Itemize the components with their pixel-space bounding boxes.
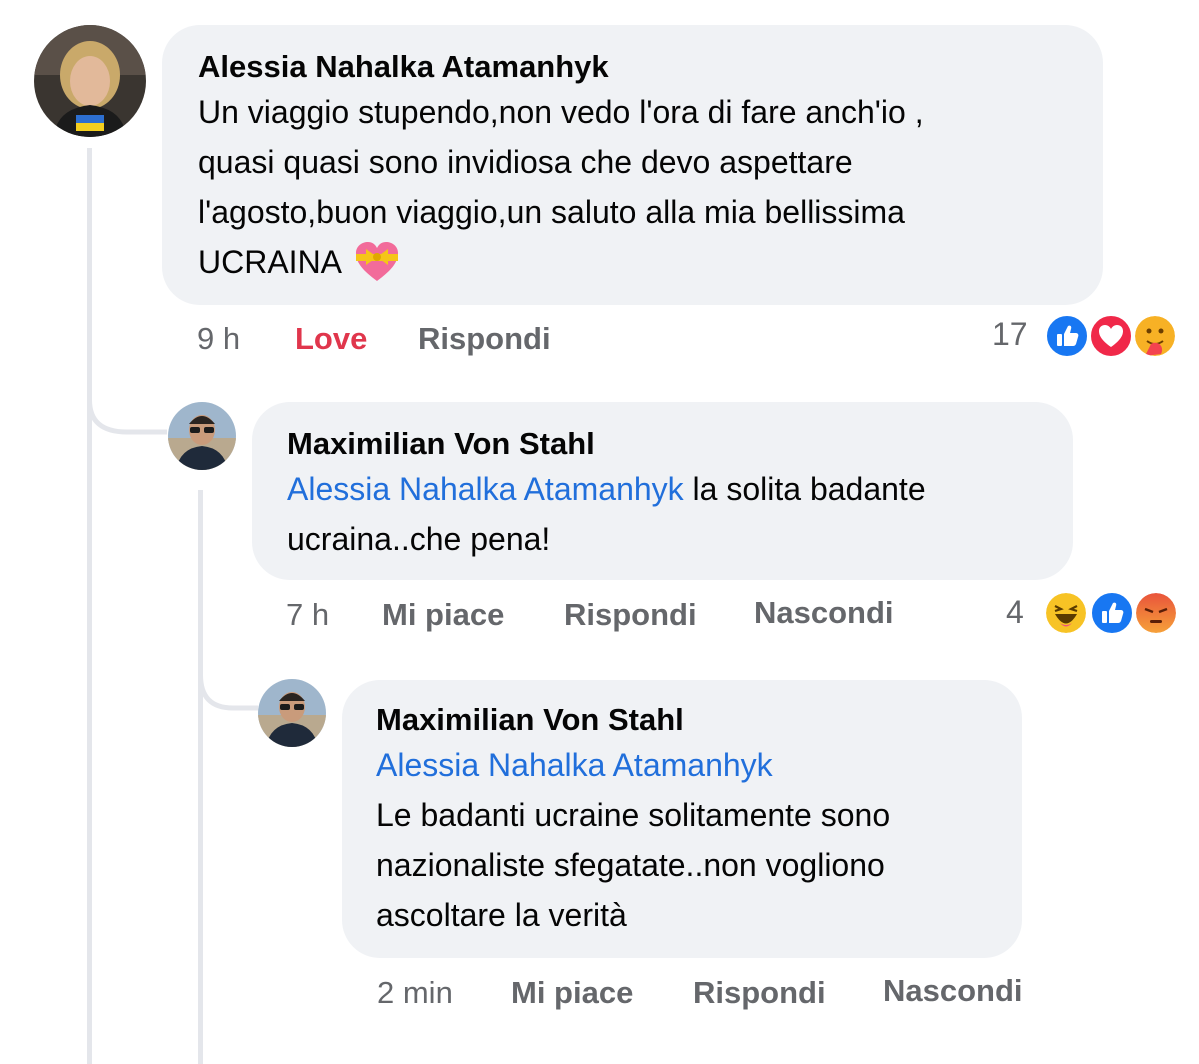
comment-text-line: quasi quasi sono invidiosa che devo aspe… <box>198 144 853 180</box>
avatar[interactable] <box>258 679 326 747</box>
comment-text-line: Un viaggio stupendo,non vedo l'ora di fa… <box>198 94 924 130</box>
love-icon <box>1088 313 1134 359</box>
reaction-count[interactable]: 4 <box>1006 594 1024 631</box>
avatar[interactable] <box>168 402 236 470</box>
comment-text-line: UCRAINA <box>198 244 343 280</box>
comment-author[interactable]: Maximilian Von Stahl <box>287 424 1073 464</box>
comment-text: Alessia Nahalka Atamanhyk la solita bada… <box>287 464 1073 564</box>
like-icon <box>1089 590 1135 636</box>
hide-button[interactable]: Nascondi <box>754 595 894 631</box>
heart-with-ribbon-icon <box>354 240 400 284</box>
thread-connector-1 <box>87 370 167 435</box>
love-reaction-button[interactable]: Love <box>295 321 367 357</box>
care-icon <box>1132 313 1178 359</box>
avatar[interactable] <box>34 25 146 137</box>
comment-author[interactable]: Alessia Nahalka Atamanhyk <box>198 47 1103 87</box>
comment-time[interactable]: 2 min <box>377 975 453 1011</box>
thread-connector-2 <box>198 650 258 711</box>
comment-text-span: la solita badante <box>683 471 926 507</box>
reply-button[interactable]: Rispondi <box>564 597 697 633</box>
haha-icon <box>1043 590 1089 636</box>
comment-bubble: Maximilian Von Stahl Alessia Nahalka Ata… <box>252 402 1073 580</box>
comment-time[interactable]: 7 h <box>286 597 329 633</box>
comment-text-line: ascoltare la verità <box>376 897 627 933</box>
mention-link[interactable]: Alessia Nahalka Atamanhyk <box>376 740 1022 790</box>
comment-text-line-last: UCRAINA <box>198 237 1103 287</box>
reaction-count[interactable]: 17 <box>992 316 1028 353</box>
comment-text: Un viaggio stupendo,non vedo l'ora di fa… <box>198 87 1103 287</box>
comment-author[interactable]: Maximilian Von Stahl <box>376 700 1022 740</box>
reply-button[interactable]: Rispondi <box>693 975 826 1011</box>
comment-text-line: nazionaliste sfegatate..non vogliono <box>376 847 885 883</box>
hide-button[interactable]: Nascondi <box>883 973 1023 1009</box>
comment-bubble: Maximilian Von Stahl Alessia Nahalka Ata… <box>342 680 1022 958</box>
comment-text-line: ucraina..che pena! <box>287 521 551 557</box>
like-button[interactable]: Mi piace <box>382 597 504 633</box>
like-button[interactable]: Mi piace <box>511 975 633 1011</box>
thread-line-nested <box>198 490 203 1064</box>
thread-line-main <box>87 148 92 1064</box>
comment-text-line: Le badanti ucraine solitamente sono <box>376 797 891 833</box>
reply-button[interactable]: Rispondi <box>418 321 551 357</box>
angry-icon <box>1133 590 1179 636</box>
comment-time[interactable]: 9 h <box>197 321 240 357</box>
comment-text-line: Alessia Nahalka Atamanhyk la solita bada… <box>287 464 1073 514</box>
mention-link[interactable]: Alessia Nahalka Atamanhyk <box>287 471 684 507</box>
comment-text-line: l'agosto,buon viaggio,un saluto alla mia… <box>198 194 905 230</box>
like-icon <box>1044 313 1090 359</box>
comment-text: Alessia Nahalka Atamanhyk Le badanti ucr… <box>376 740 1022 940</box>
comment-bubble: Alessia Nahalka Atamanhyk Un viaggio stu… <box>162 25 1103 305</box>
